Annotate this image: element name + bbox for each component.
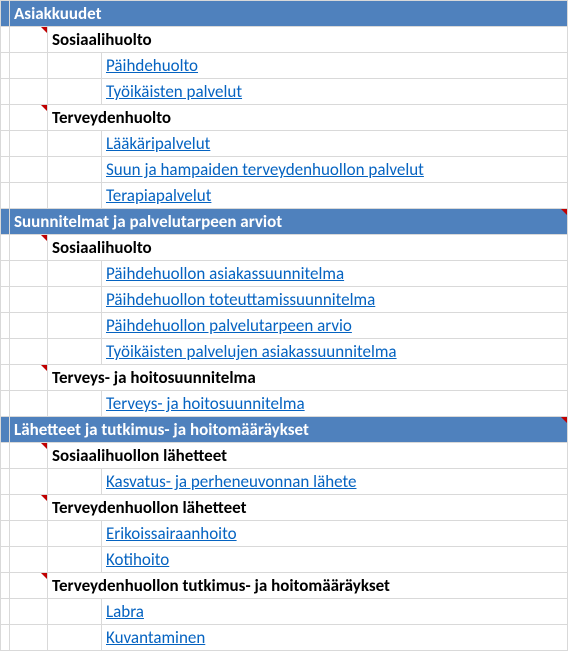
item-link[interactable]: Terapiapalvelut <box>106 185 211 206</box>
section-header: Lähetteet ja tutkimus- ja hoitomääräykse… <box>10 417 568 443</box>
group-header: Terveys- ja hoitosuunnitelma <box>48 365 568 391</box>
group-header: Terveydenhuolto <box>48 105 568 131</box>
item-cell: Työikäisten palvelut <box>102 79 568 105</box>
item-cell: Lääkäripalvelut <box>102 131 568 157</box>
item-cell: Terveys- ja hoitosuunnitelma <box>102 391 568 417</box>
item-cell: Suun ja hampaiden terveydenhuollon palve… <box>102 157 568 183</box>
item-cell: Labra <box>102 599 568 625</box>
item-cell: Päihdehuollon asiakassuunnitelma <box>102 261 568 287</box>
group-header: Sosiaalihuolto <box>48 235 568 261</box>
item-link[interactable]: Erikoissairaanhoito <box>106 523 237 544</box>
section-header: Asiakkuudet <box>10 1 568 27</box>
item-link[interactable]: Kotihoito <box>106 549 169 570</box>
item-link[interactable]: Suun ja hampaiden terveydenhuollon palve… <box>106 159 424 180</box>
item-link[interactable]: Päihdehuollon palvelutarpeen arvio <box>106 315 352 336</box>
group-header: Terveydenhuollon lähetteet <box>48 495 568 521</box>
item-link[interactable]: Päihdehuollon toteuttamissuunnitelma <box>106 289 375 310</box>
item-cell: Terapiapalvelut <box>102 183 568 209</box>
item-cell: Päihdehuollon toteuttamissuunnitelma <box>102 287 568 313</box>
item-link[interactable]: Työikäisten palvelujen asiakassuunnitelm… <box>106 341 397 362</box>
group-header: Terveydenhuollon tutkimus- ja hoitomäärä… <box>48 573 568 599</box>
item-cell: Kuvantaminen <box>102 625 568 651</box>
item-link[interactable]: Työikäisten palvelut <box>106 81 242 102</box>
item-link[interactable]: Päihdehuollon asiakassuunnitelma <box>106 263 344 284</box>
group-header: Sosiaalihuolto <box>48 27 568 53</box>
item-cell: Päihdehuollon palvelutarpeen arvio <box>102 313 568 339</box>
section-header-cell <box>1 417 10 443</box>
item-link[interactable]: Labra <box>106 601 144 622</box>
item-link[interactable]: Terveys- ja hoitosuunnitelma <box>106 393 305 414</box>
item-link[interactable]: Päihdehuolto <box>106 55 198 76</box>
group-header: Sosiaalihuollon lähetteet <box>48 443 568 469</box>
item-link[interactable]: Kuvantaminen <box>106 627 205 648</box>
section-header-cell <box>1 209 10 235</box>
hierarchy-table: AsiakkuudetSosiaalihuoltoPäihdehuoltoTyö… <box>0 0 568 651</box>
section-header-cell <box>1 1 10 27</box>
section-header: Suunnitelmat ja palvelutarpeen arviot <box>10 209 568 235</box>
item-cell: Työikäisten palvelujen asiakassuunnitelm… <box>102 339 568 365</box>
item-cell: Päihdehuolto <box>102 53 568 79</box>
item-cell: Kotihoito <box>102 547 568 573</box>
item-link[interactable]: Kasvatus- ja perheneuvonnan lähete <box>106 471 356 492</box>
item-cell: Erikoissairaanhoito <box>102 521 568 547</box>
item-cell: Kasvatus- ja perheneuvonnan lähete <box>102 469 568 495</box>
item-link[interactable]: Lääkäripalvelut <box>106 133 210 154</box>
